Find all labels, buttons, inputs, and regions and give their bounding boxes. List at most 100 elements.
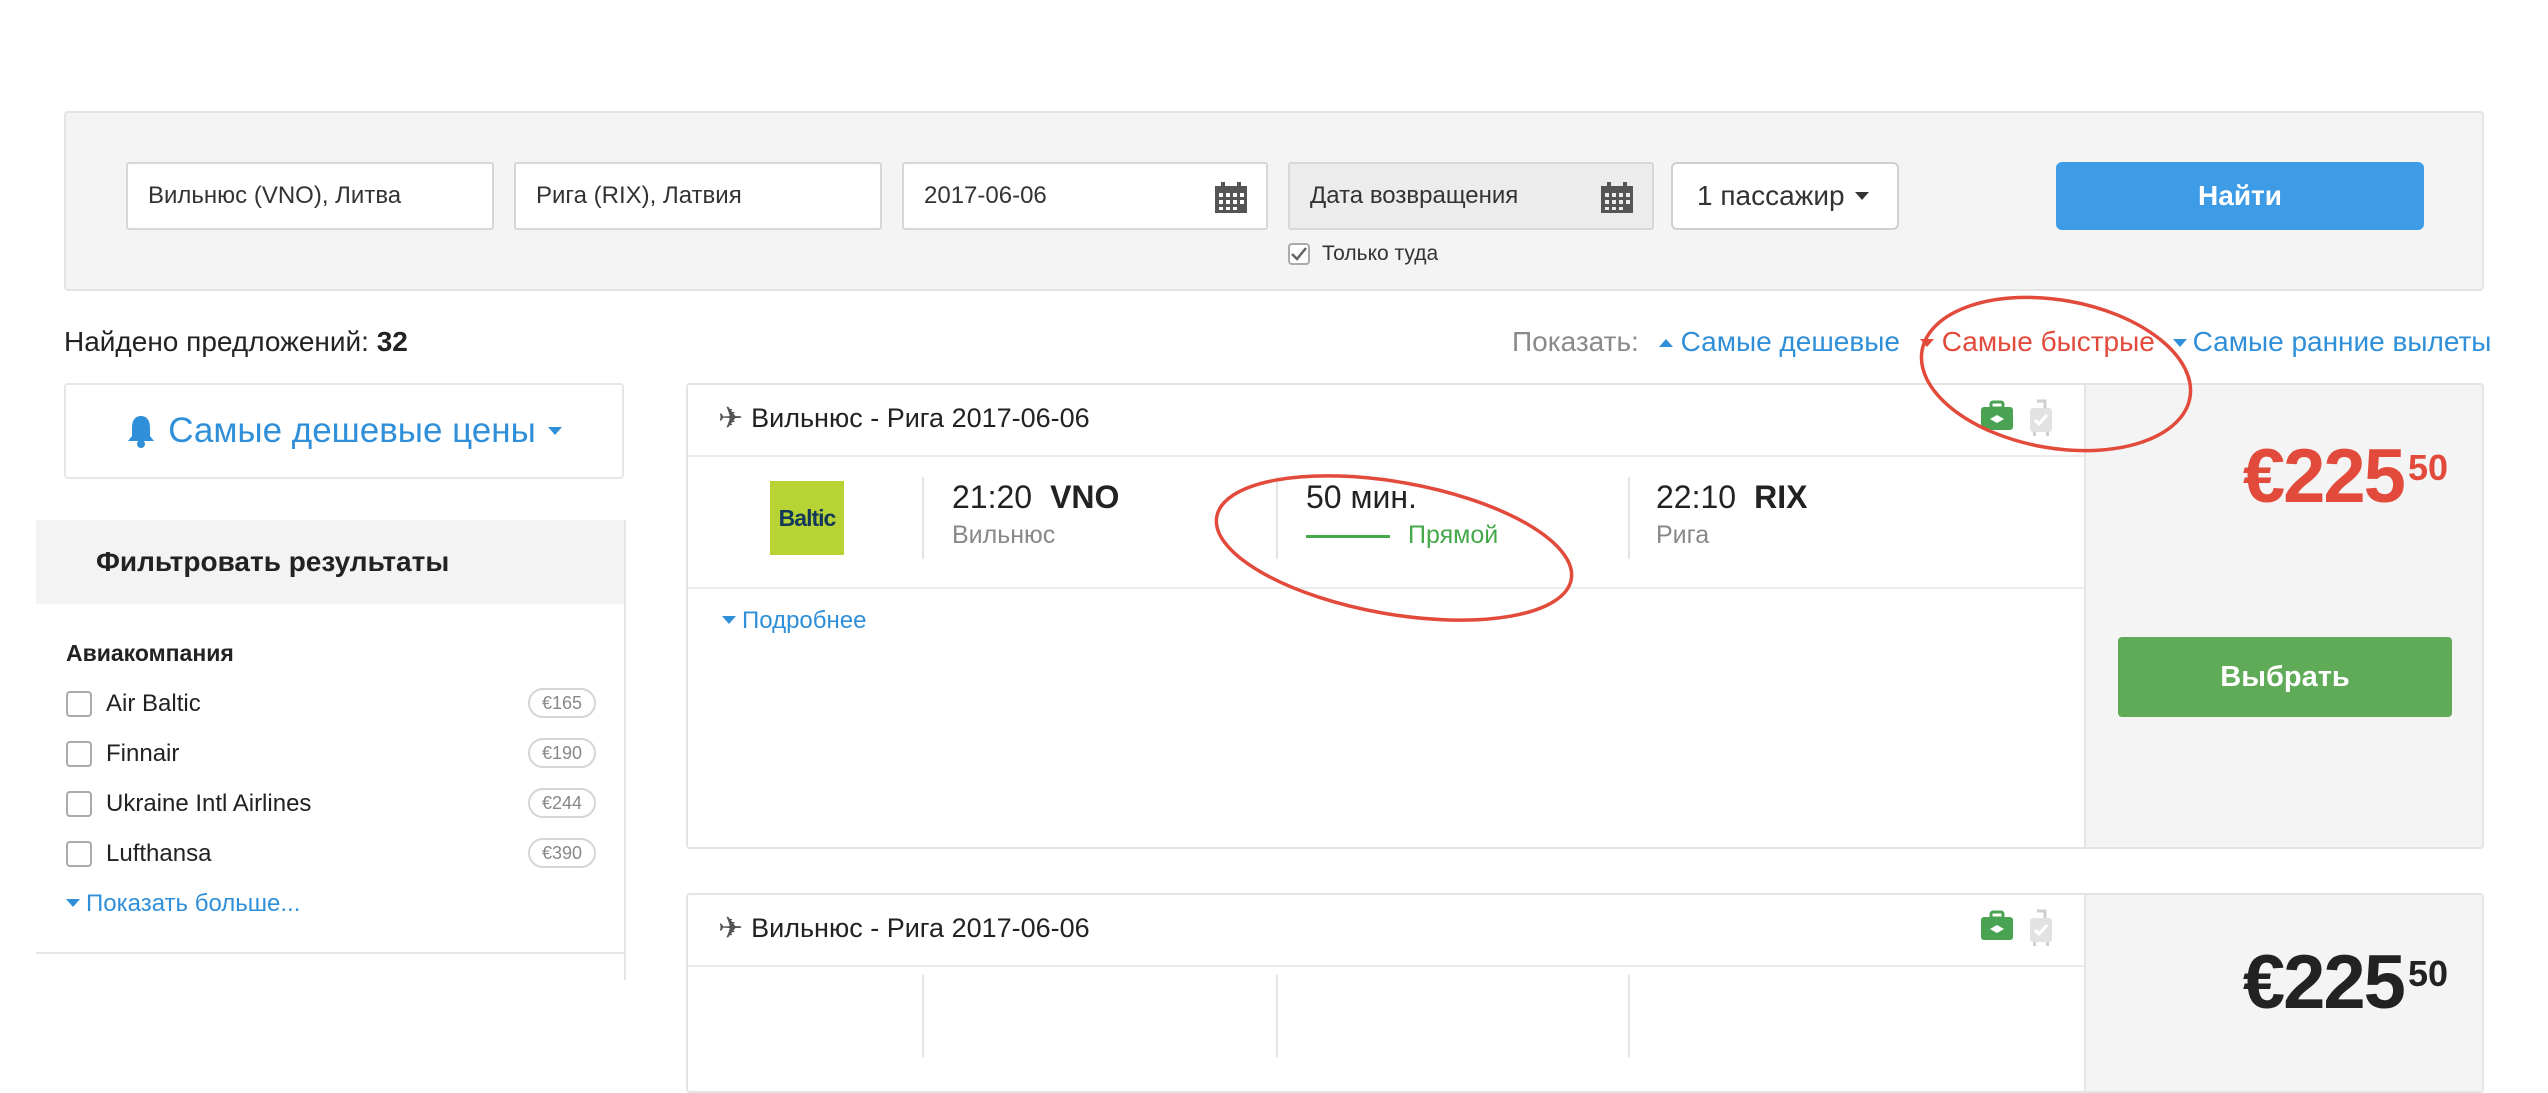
- airline-name: Air Baltic: [106, 690, 201, 717]
- airline-price-badge: €390: [527, 838, 596, 868]
- price-cents: 50: [2407, 447, 2448, 488]
- arrival-city: Рига: [1656, 521, 1710, 549]
- caret-down-icon: [66, 899, 80, 907]
- details-link[interactable]: Подробнее: [722, 607, 866, 635]
- offer-price: €225 50: [2243, 433, 2448, 520]
- price-cents: 50: [2407, 953, 2448, 994]
- flight-duration: 50 мин.: [1306, 479, 1417, 515]
- show-more-text: Показать больше...: [86, 890, 301, 917]
- airline-checkbox[interactable]: [66, 691, 92, 717]
- one-way-checkbox[interactable]: [1288, 243, 1310, 265]
- return-date-placeholder: Дата возвращения: [1310, 182, 1519, 209]
- from-value: Вильнюс (VNO), Литва: [148, 182, 402, 209]
- departure-time-value: 21:20: [952, 479, 1033, 515]
- sort-earliest-text: Самые ранние вылеты: [2192, 326, 2492, 357]
- bell-icon: [128, 416, 155, 448]
- one-way-option[interactable]: Только туда: [1288, 242, 1438, 266]
- price-mode-label: Самые дешевые цены: [168, 411, 536, 450]
- divider: [688, 587, 2088, 589]
- departure-airport-code: VNO: [1050, 479, 1120, 515]
- checked-bag-icon: [1981, 400, 2013, 430]
- plane-icon: ✈: [718, 912, 744, 945]
- offer-route-text: Вильнюс - Рига 2017-06-06: [751, 913, 1090, 943]
- airline-logo: Baltic: [770, 481, 844, 555]
- details-text: Подробнее: [742, 607, 867, 634]
- airline-checkbox[interactable]: [66, 791, 92, 817]
- to-input[interactable]: Рига (RIX), Латвия: [514, 162, 882, 230]
- results-count: Найдено предложений: 32: [64, 326, 408, 358]
- airline-name: Ukraine Intl Airlines: [106, 790, 312, 817]
- from-input[interactable]: Вильнюс (VNO), Литва: [126, 162, 494, 230]
- filter-title: Фильтровать результаты: [36, 520, 624, 604]
- show-more-airlines-link[interactable]: Показать больше...: [66, 890, 300, 918]
- sort-cheapest-link[interactable]: Самые дешевые: [1658, 326, 1900, 357]
- sort-fastest-link[interactable]: Самые быстрые: [1919, 326, 2155, 357]
- calendar-icon[interactable]: [1600, 182, 1634, 214]
- airline-filter-item[interactable]: Ukraine Intl Airlines €244: [66, 784, 596, 824]
- airline-price-badge: €165: [527, 688, 596, 718]
- chevron-down-icon: [1854, 192, 1869, 200]
- divider: [1628, 975, 1630, 1057]
- airline-name: Finnair: [106, 740, 180, 767]
- arrival-time: 22:10 RIX: [1656, 479, 1807, 516]
- divider: [36, 952, 624, 954]
- airline-price-badge: €190: [527, 738, 596, 768]
- checkmark-icon: [1291, 247, 1307, 261]
- airline-checkbox[interactable]: [66, 741, 92, 767]
- plane-icon: ✈: [718, 402, 744, 435]
- select-offer-button[interactable]: Выбрать: [2118, 637, 2452, 717]
- offer-card: ✈ Вильнюс - Рига 2017-06-06 €225 50: [686, 893, 2484, 1093]
- airline-filter-item[interactable]: Finnair €190: [66, 734, 596, 774]
- baggage-info: [1980, 399, 2054, 437]
- offer-route-text: Вильнюс - Рига 2017-06-06: [751, 403, 1090, 433]
- checked-bag-icon: [1981, 910, 2013, 940]
- stops-label: Прямой: [1408, 521, 1499, 549]
- sort-cheapest-text: Самые дешевые: [1680, 326, 1900, 357]
- sort-bar: Показать: Самые дешевые Самые быстрые Са…: [1512, 326, 2491, 358]
- divider: [1276, 975, 1278, 1057]
- airline-filter-title: Авиакомпания: [66, 640, 234, 666]
- divider: [1628, 477, 1630, 559]
- calendar-icon[interactable]: [1214, 182, 1248, 214]
- departure-time: 21:20 VNO: [952, 479, 1119, 516]
- baggage-info: [1980, 909, 2054, 947]
- depart-date-value: 2017-06-06: [924, 182, 1047, 209]
- return-date-input[interactable]: Дата возвращения: [1288, 162, 1654, 230]
- offer-route: ✈ Вильнюс - Рига 2017-06-06: [718, 401, 1090, 436]
- arrival-time-value: 22:10: [1656, 479, 1737, 515]
- airline-filter-item[interactable]: Air Baltic €165: [66, 684, 596, 724]
- carry-on-bag-icon: [2030, 399, 2052, 436]
- find-button[interactable]: Найти: [2056, 162, 2424, 230]
- airline-name: Lufthansa: [106, 840, 212, 867]
- carry-on-bag-icon: [2030, 909, 2052, 946]
- price-mode-dropdown[interactable]: Самые дешевые цены: [64, 383, 624, 479]
- divider: [688, 965, 2088, 967]
- divider: [1276, 477, 1278, 559]
- divider: [922, 975, 924, 1057]
- results-count-value: 32: [376, 326, 408, 357]
- direct-flight-line: [1306, 535, 1390, 538]
- passengers-dropdown[interactable]: 1 пассажир: [1671, 162, 1899, 230]
- divider: [922, 477, 924, 559]
- offer-price: €225 50: [2243, 939, 2448, 1026]
- offer-card: ✈ Вильнюс - Рига 2017-06-06 Baltic 21:20…: [686, 383, 2484, 849]
- price-column: €225 50: [2084, 895, 2482, 1091]
- airline-filter-item[interactable]: Lufthansa €390: [66, 834, 596, 874]
- one-way-label: Только туда: [1322, 242, 1439, 265]
- results-count-label: Найдено предложений:: [64, 326, 369, 357]
- price-main: €225: [2242, 434, 2406, 519]
- caret-down-icon: [1919, 339, 1934, 347]
- caret-down-icon: [2172, 339, 2187, 347]
- depart-date-input[interactable]: 2017-06-06: [902, 162, 1268, 230]
- passengers-value: 1 пассажир: [1697, 180, 1845, 211]
- divider: [688, 455, 2088, 457]
- sort-label: Показать:: [1512, 326, 1639, 357]
- chevron-down-icon: [547, 427, 562, 435]
- price-main: €225: [2242, 940, 2406, 1025]
- price-column: €225 50 Выбрать: [2084, 385, 2482, 847]
- sort-earliest-link[interactable]: Самые ранние вылеты: [2172, 326, 2492, 357]
- departure-city: Вильнюс: [952, 521, 1056, 549]
- airline-checkbox[interactable]: [66, 841, 92, 867]
- airline-price-badge: €244: [527, 788, 596, 818]
- caret-down-icon: [722, 616, 736, 624]
